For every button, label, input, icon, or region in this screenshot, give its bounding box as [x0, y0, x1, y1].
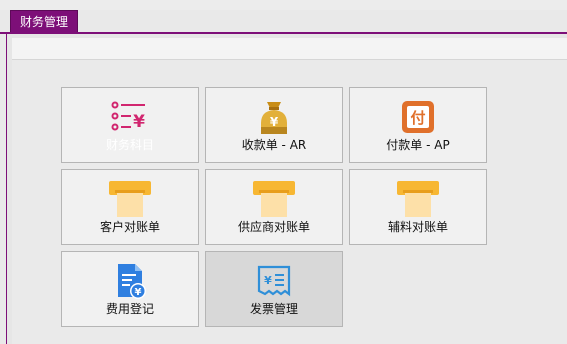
tile-supplier-statement[interactable]: 供应商对账单	[205, 169, 343, 245]
list-yen-icon: ¥	[109, 97, 151, 137]
pay-stamp-glyph: 付	[410, 109, 425, 127]
tile-label: 收款单 - AR	[241, 138, 307, 152]
tile-customer-statement[interactable]: 客户对账单	[61, 169, 199, 245]
tile-label: 费用登记	[105, 302, 154, 316]
svg-text:¥: ¥	[135, 287, 142, 298]
tile-invoice-management[interactable]: ¥ 发票管理	[205, 251, 343, 327]
receipt-printer-icon	[253, 179, 295, 219]
tile-label: 供应商对账单	[237, 220, 310, 234]
tile-finance-accounts[interactable]: ¥ 财务科目	[61, 87, 199, 163]
pay-stamp-icon: 付	[397, 97, 439, 137]
money-bag-glyph: ¥	[270, 115, 279, 129]
tile-label: 客户对账单	[99, 220, 160, 234]
money-bag-icon: ¥	[253, 97, 295, 137]
toolbar-strip	[12, 38, 567, 60]
tile-payments-ap[interactable]: 付 付款单 - AP	[349, 87, 487, 163]
tile-receipts-ar[interactable]: ¥ 收款单 - AR	[205, 87, 343, 163]
receipt-printer-icon	[109, 179, 151, 219]
tile-label: 辅料对账单	[387, 220, 448, 234]
tile-expense-registration[interactable]: ¥ 费用登记	[61, 251, 199, 327]
invoice-icon: ¥	[253, 261, 295, 301]
list-yen-glyph: ¥	[133, 112, 145, 132]
svg-text:¥: ¥	[264, 274, 272, 287]
receipt-printer-icon	[397, 179, 439, 219]
window-top-bar	[0, 0, 567, 10]
tile-label: 付款单 - AP	[386, 138, 450, 152]
expense-document-icon: ¥	[109, 261, 151, 301]
tile-accessory-statement[interactable]: 辅料对账单	[349, 169, 487, 245]
tile-label: 发票管理	[249, 302, 298, 316]
tile-label: 财务科目	[105, 138, 154, 152]
tab-finance-management[interactable]: 财务管理	[10, 10, 78, 32]
